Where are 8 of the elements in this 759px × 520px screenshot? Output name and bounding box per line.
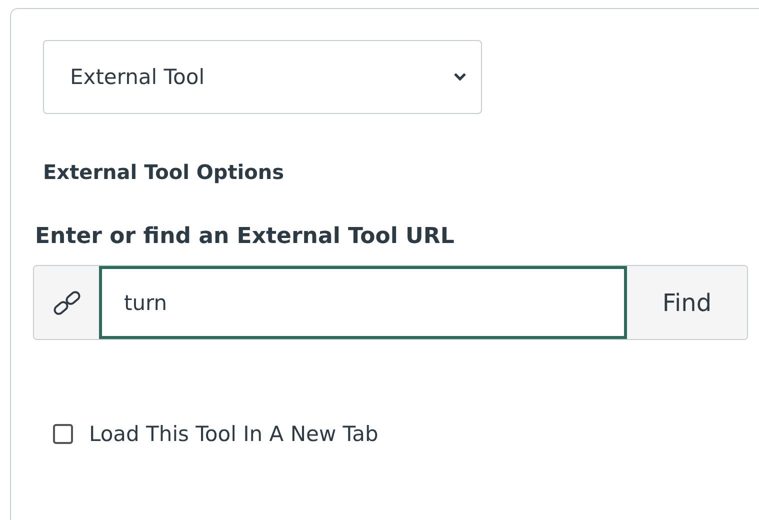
find-button[interactable]: Find (627, 266, 747, 339)
tool-type-select[interactable]: External Tool (43, 40, 482, 114)
chevron-down-icon (453, 72, 467, 82)
url-input[interactable]: turn (99, 266, 627, 339)
options-heading: External Tool Options (43, 160, 286, 184)
checkbox[interactable] (53, 424, 73, 444)
url-label: Enter or find an External Tool URL (35, 224, 456, 249)
checkbox-label: Load This Tool In A New Tab (89, 422, 378, 446)
